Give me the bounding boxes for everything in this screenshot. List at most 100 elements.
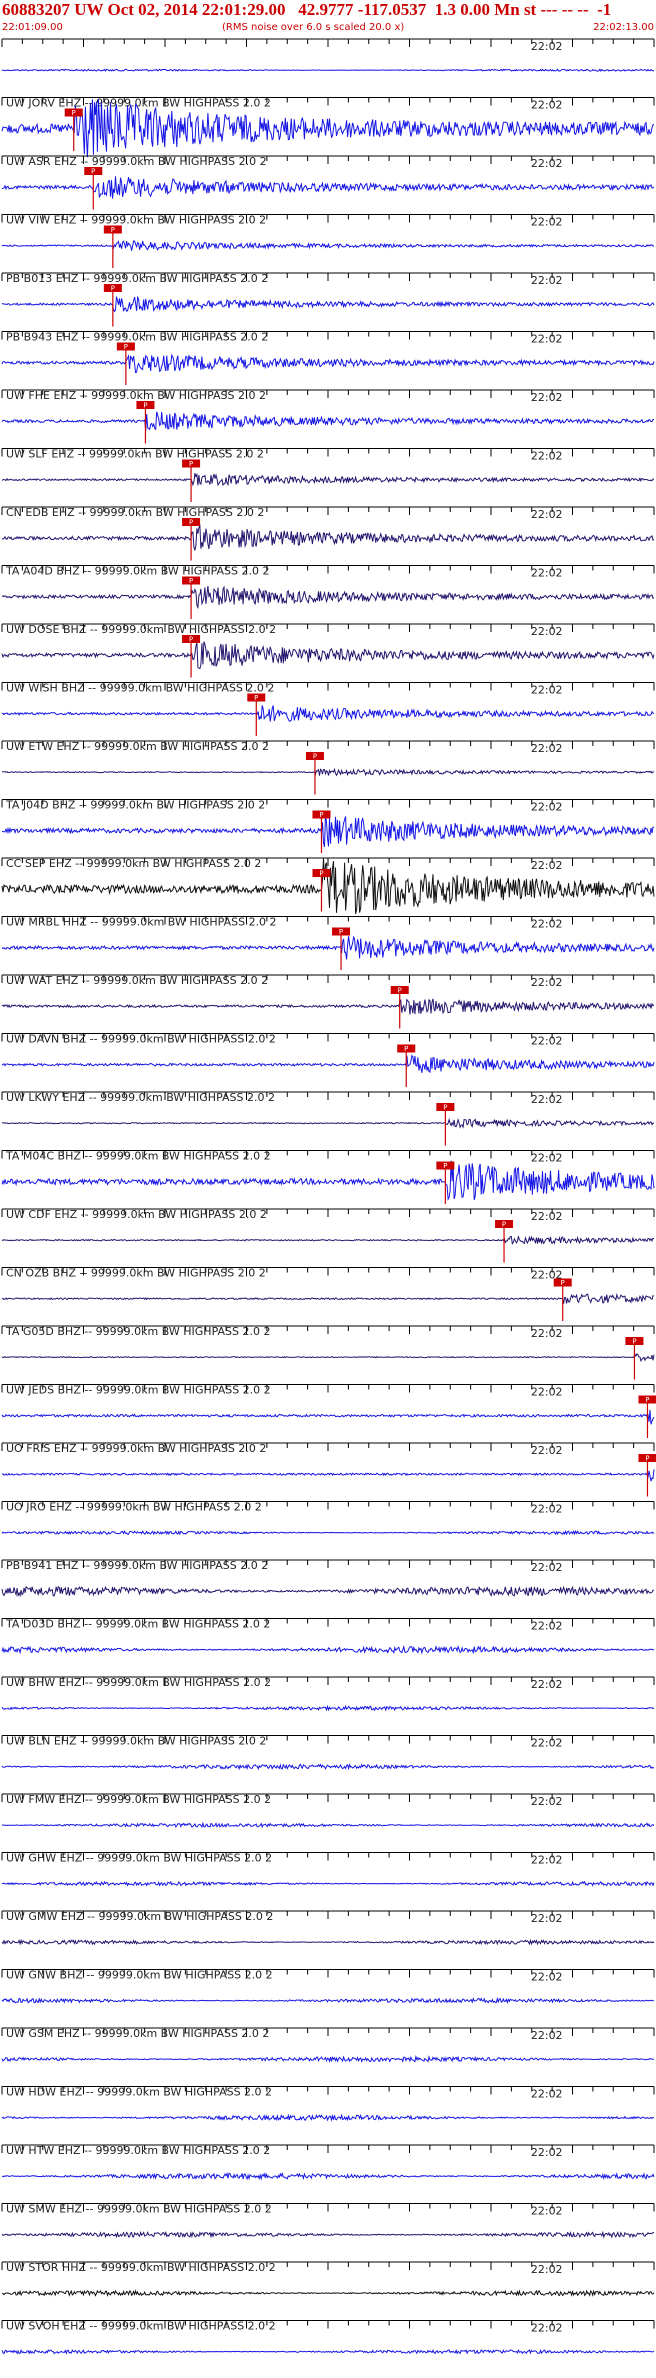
pick-label: P	[111, 285, 115, 293]
trace-panel: 22:02 CN EDB EHZ -- 99999.0km BW HIGHPASS…	[1, 506, 655, 561]
trace-panel: 22:02 UW HDW EHZ -- 99999.0km BW HIGHPASS…	[1, 2086, 655, 2122]
station-label: UW WISH BHZ -- 99999.0km BW HIGHPASS 2.0…	[6, 682, 274, 695]
station-label: UW HTW EHZ -- 99999.0km BW HIGHPASS 2.0 …	[6, 2144, 270, 2157]
trace-panel: 22:02 UW FMW EHZ -- 99999.0km BW HIGHPASS…	[1, 1793, 655, 1829]
pick-label: P	[189, 460, 193, 468]
pick-label: P	[561, 1279, 565, 1287]
pick-label: P	[124, 343, 128, 351]
time-marker-label: 22:02	[531, 742, 563, 755]
time-marker-label: 22:02	[531, 508, 563, 521]
pick-label: P	[189, 577, 193, 585]
time-marker-label: 22:02	[531, 1152, 563, 1165]
trace-panel: 22:02 UW STOR HHZ -- 99999.0km BW HIGHPAS…	[1, 2261, 655, 2297]
trace-panel: 22:02 UW SLF EHZ -- 99999.0km BW HIGHPASS…	[1, 448, 655, 502]
trace-panel: 22:02 UW DAVN BHZ -- 99999.0km BW HIGHPAS…	[1, 1033, 655, 1087]
time-marker-label: 22:02	[531, 1444, 563, 1457]
time-marker-label: 22:02	[531, 1093, 563, 1106]
trace-panel: 22:02 TA G05D BHZ -- 99999.0km BW HIGHPAS…	[1, 1325, 655, 1380]
station-label: UW JEDS BHZ -- 99999.0km BW HIGHPASS 2.0…	[6, 1384, 271, 1397]
station-label: TA G05D BHZ -- 99999.0km BW HIGHPASS 2.0…	[5, 1325, 270, 1338]
time-marker-label: 22:02	[531, 1561, 563, 1574]
pick-label: P	[443, 1162, 447, 1170]
time-marker-label: 22:02	[531, 2029, 563, 2042]
waveform-trace	[1, 998, 655, 1015]
waveform-trace	[1, 1585, 655, 1598]
trace-panel: 22:02 UW GHW EHZ -- 99999.0km BW HIGHPASS…	[1, 1852, 655, 1887]
station-label: PB B941 EHZ -- 99999.0km BW HIGHPASS 2.0…	[6, 1559, 268, 1572]
time-marker-label: 22:02	[531, 216, 563, 229]
waveform-trace	[1, 1235, 655, 1245]
pick-label: P	[143, 402, 147, 410]
pick-label: P	[443, 1104, 447, 1112]
time-marker-label: 22:02	[531, 918, 563, 931]
station-label: UW LKWY EHZ -- 99999.0km BW HIGHPASS 2.0…	[6, 1091, 275, 1104]
station-label: CN OZB BHZ -- 99999.0km BW HIGHPASS 2.0 …	[6, 1267, 266, 1280]
station-label: UW DOSE BHZ -- 99999.0km BW HIGHPASS 2.0…	[6, 623, 276, 636]
trace-panel: 22:02 UW MRBL HHZ -- 99999.0km BW HIGHPAS…	[1, 916, 655, 970]
time-marker-label: 22:02	[531, 625, 563, 638]
trace-panel: 22:02CN OZB BHZ -- 99999.0km BW HIGHPASS…	[1, 1267, 655, 1321]
rms-note: (RMS noise over 6.0 s scaled 20.0 x)	[222, 22, 405, 33]
station-label: UO FRIS EHZ -- 99999.0km BW HIGHPASS 2.0…	[6, 1442, 266, 1455]
time-marker-label: 22:02	[531, 1854, 563, 1867]
trace-panel: 22:02 UO FRIS EHZ -- 99999.0km BW HIGHPAS…	[1, 1442, 656, 1497]
trace-panel: 22:02 UW GMW EHZ -- 99999.0km BW HIGHPASS…	[1, 1910, 655, 1946]
waveform-trace	[1, 1054, 655, 1074]
pick-label: P	[111, 226, 115, 234]
plot-header: 60883207 UW Oct 02, 2014 22:01:29.00 42.…	[0, 0, 656, 38]
trace-panel: 22:02 UW LKWY EHZ -- 99999.0km BW HIGHPAS…	[1, 1091, 655, 1146]
trace-panel: 22:02 TA J04D BHZ -- 99999.0km BW HIGHPAS…	[1, 799, 655, 853]
trace-panel: 22:02 TA D03D BHZ -- 99999.0km BW HIGHPAS…	[1, 1618, 655, 1655]
waveform-trace	[1, 814, 655, 848]
end-time-label: 22:02:13.00	[593, 22, 654, 33]
time-marker-label: 22:02	[531, 684, 563, 697]
station-label: UW JORV EHZ -- 99999.0km BW HIGHPASS 2.0…	[6, 97, 271, 110]
trace-panel: 22:02 UW GNW BHZ -- 99999.0km BW HIGHPASS…	[1, 1969, 655, 2005]
station-label: UO JRO EHZ -- 99999.0km BW HIGHPASS 2.0 …	[6, 1501, 262, 1514]
time-marker-label: 22:02	[531, 1620, 563, 1633]
pick-label: P	[189, 519, 193, 527]
trace-panel: 22:02 UW JORV EHZ -- 99999.0km BW HIGHPAS…	[1, 97, 655, 158]
station-label: UW CDF EHZ -- 99999.0km BW HIGHPASS 2.0 …	[6, 1208, 267, 1221]
station-label: UW ASR EHZ -- 99999.0km BW HIGHPASS 2.0 …	[6, 155, 267, 168]
waveform-trace	[1, 240, 654, 251]
pick-label: P	[254, 694, 258, 702]
waveform-trace	[1, 176, 655, 199]
waveform-trace	[1, 585, 655, 610]
time-marker-label: 22:02	[531, 1503, 563, 1516]
waveform-trace	[1, 353, 655, 374]
time-marker-label: 22:02	[531, 859, 563, 872]
time-marker-label: 22:02	[531, 157, 563, 170]
waveform-trace	[1, 2172, 655, 2181]
trace-panel: 22:02 PB B941 EHZ -- 99999.0km BW HIGHPAS…	[1, 1559, 655, 1598]
waveform-trace	[1, 1117, 655, 1129]
time-marker-label: 22:02	[531, 1678, 563, 1691]
trace-panel: 22:02 UW BHW EHZ -- 99999.0km BW HIGHPASS…	[1, 1676, 655, 1712]
station-label: UW GMW EHZ -- 99999.0km BW HIGHPASS 2.0 …	[6, 1910, 273, 1923]
pick-label: P	[313, 753, 317, 761]
trace-panel: 22:02 UW GSM EHZ -- 99999.0km BW HIGHPASS…	[1, 2027, 655, 2063]
time-marker-label: 22:02	[531, 2263, 563, 2276]
waveform-trace	[1, 1763, 655, 1771]
trace-panel: 22:02 UW WISH BHZ -- 99999.0km BW HIGHPAS…	[1, 682, 655, 736]
waveform-trace	[1, 1529, 655, 1536]
station-label: UW BLN EHZ -- 99999.0km BW HIGHPASS 2.0 …	[6, 1735, 266, 1748]
waveform-trace	[1, 1292, 655, 1304]
waveform-trace	[1, 2289, 655, 2297]
waveform-trace	[1, 641, 655, 670]
pick-label: P	[645, 1455, 649, 1463]
waveform-trace	[1, 1704, 655, 1712]
pick-label: P	[319, 811, 323, 819]
time-marker-label: 22:02	[531, 40, 563, 53]
station-label: UW GNW BHZ -- 99999.0km BW HIGHPASS 2.0 …	[6, 1969, 273, 1982]
time-marker-label: 22:02	[531, 1795, 563, 1808]
station-label: UW BHW EHZ -- 99999.0km BW HIGHPASS 2.0 …	[6, 1676, 271, 1689]
station-label: UW GHW EHZ -- 99999.0km BW HIGHPASS 2.0 …	[6, 1852, 272, 1865]
station-label: UW SMW EHZ -- 99999.0km BW HIGHPASS 2.0 …	[6, 2203, 272, 2216]
trace-panel: 22:02 PB B943 EHZ -- 99999.0km BW HIGHPAS…	[1, 331, 655, 385]
station-label: UW ETW EHZ -- 99999.0km BW HIGHPASS 2.0 …	[6, 740, 269, 753]
waveform-trace	[1, 2113, 655, 2122]
trace-panel: 22:02 UW WAT EHZ -- 99999.0km BW HIGHPASS…	[1, 974, 655, 1029]
waveform-trace	[1, 411, 654, 432]
waveform-trace	[1, 68, 655, 72]
